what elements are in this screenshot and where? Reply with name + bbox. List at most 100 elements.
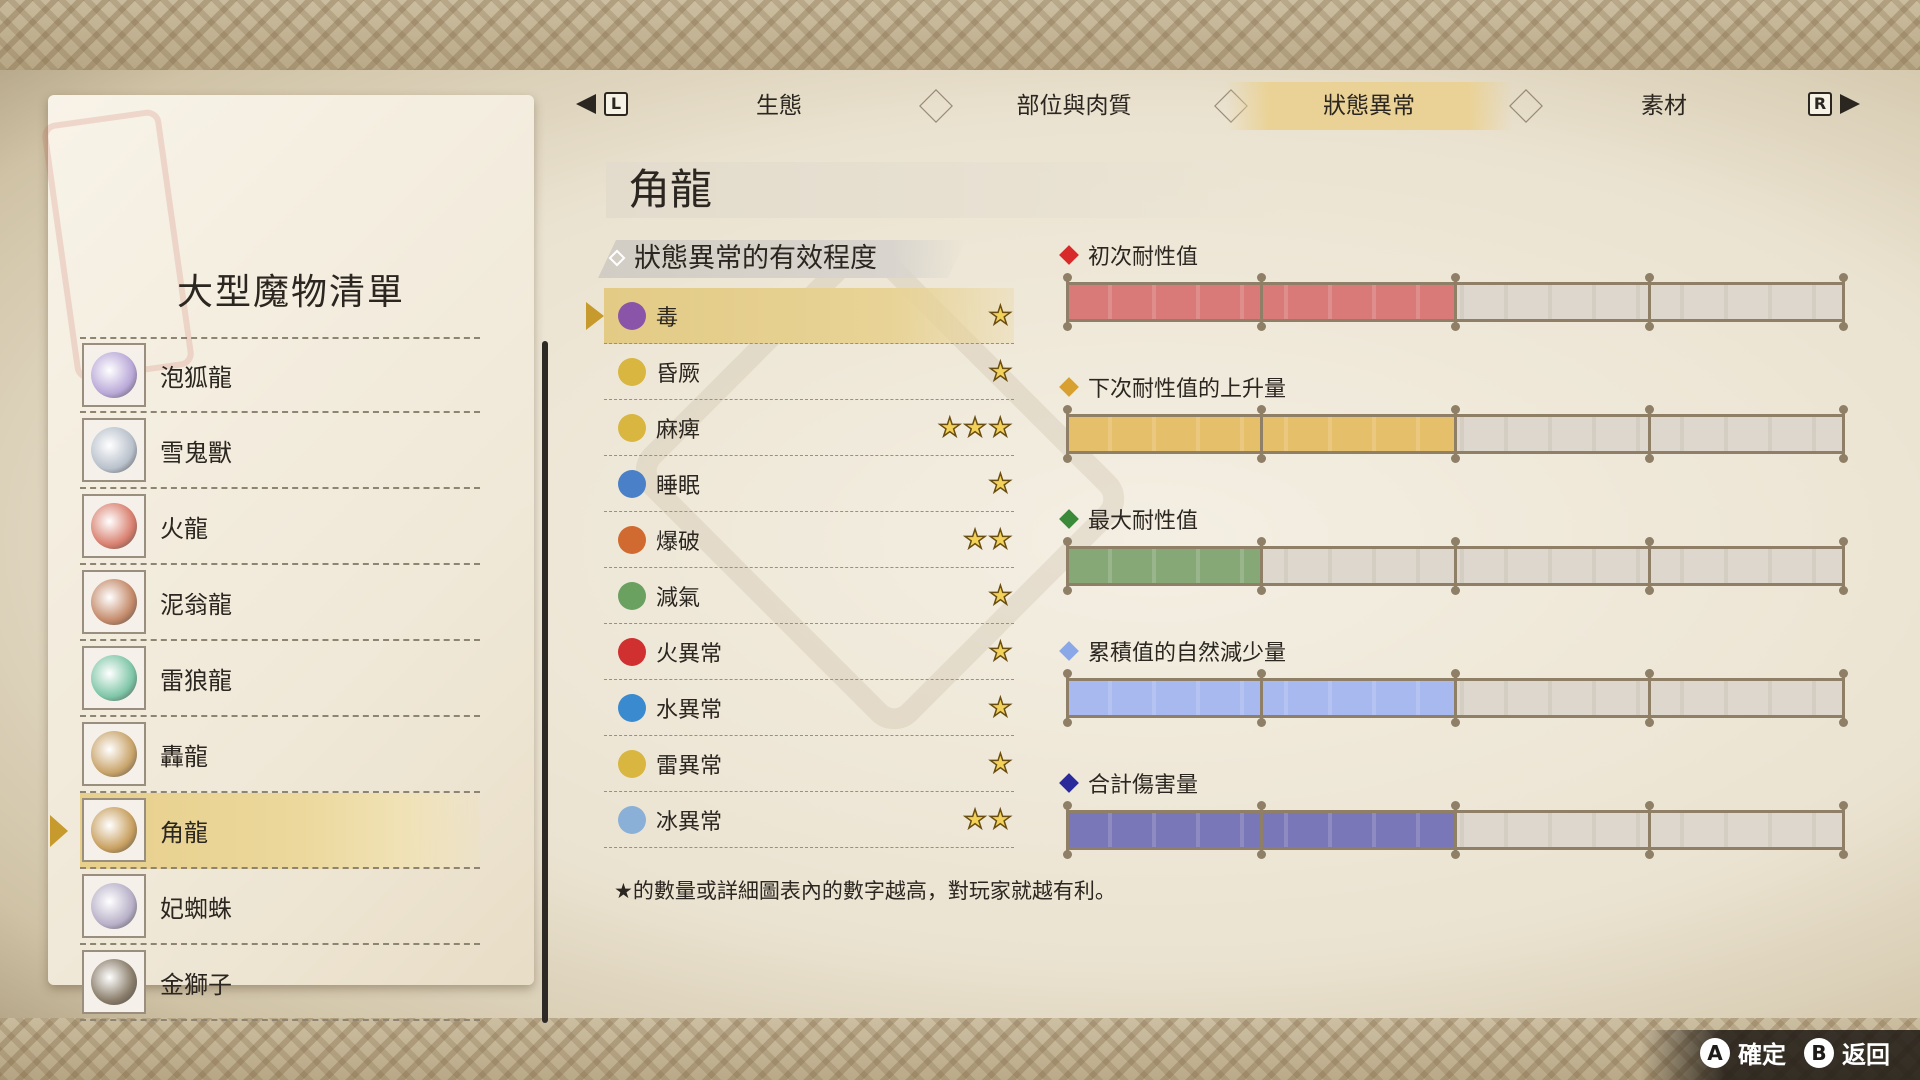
poison-icon <box>618 301 646 330</box>
status-row[interactable]: 減氣 ★ <box>604 568 1014 624</box>
selection-cursor-icon <box>50 815 68 847</box>
bar-label: 下次耐性值的上升量 <box>1056 372 1846 402</box>
bar-segment-divider <box>1839 273 1848 331</box>
monster-name: 轟龍 <box>160 742 208 771</box>
status-row[interactable]: 冰異常 ★★ <box>604 792 1014 848</box>
effectiveness-stars: ★ <box>988 636 1014 668</box>
bar-track <box>1063 669 1848 727</box>
waterblight-icon <box>618 693 646 722</box>
b-button-icon: B <box>1804 1037 1834 1068</box>
diamond-marker-icon <box>1059 245 1079 265</box>
status-row[interactable]: 毒 ★ <box>586 288 1014 344</box>
diamond-marker-icon <box>1059 773 1079 793</box>
bar-segment-divider <box>1645 801 1654 859</box>
bar-track <box>1063 273 1848 331</box>
bar-label-text: 最大耐性值 <box>1088 509 1199 534</box>
scrollbar-thumb[interactable] <box>542 498 548 939</box>
status-name: 冰異常 <box>656 809 723 835</box>
monster-row[interactable]: 雷狼龍 <box>80 641 480 717</box>
effectiveness-stars: ★ <box>988 692 1014 724</box>
monster-name: 角龍 <box>160 818 208 847</box>
monster-name-title: 角龍 <box>606 162 1286 218</box>
status-effect-list: 毒 ★ 昏厥 ★ 麻痺 ★★★ 睡眠 ★ 爆破 ★★ 減氣 ★ 火異常 ★ 水異常 ★ 雷異常 ★ 冰異常 ★★ <box>586 288 1014 848</box>
bar-label-text: 下次耐性值的上升量 <box>1088 377 1287 402</box>
monster-row[interactable]: 金獅子 <box>80 945 480 1021</box>
diablos-icon <box>82 798 146 862</box>
zinogre-icon <box>82 646 146 710</box>
status-row[interactable]: 火異常 ★ <box>604 624 1014 680</box>
section-header-label: 狀態異常的有效程度 <box>634 243 877 274</box>
bar-label: 合計傷害量 <box>1056 768 1846 798</box>
resistance-bar-block: 累積值的自然減少量 <box>1056 636 1848 727</box>
diamond-marker-icon <box>1059 509 1079 529</box>
bar-segment-divider <box>1063 537 1072 595</box>
monster-row[interactable]: 轟龍 <box>80 717 480 793</box>
bar-segment-divider <box>1839 405 1848 463</box>
tab-ecology[interactable]: 生態 <box>636 82 922 130</box>
status-row[interactable]: 爆破 ★★ <box>604 512 1014 568</box>
tigrex-icon <box>82 722 146 786</box>
bar-label: 初次耐性值 <box>1056 240 1846 270</box>
bar-segment-divider <box>1645 537 1654 595</box>
tab-next-arrow-icon[interactable] <box>1840 94 1860 114</box>
bar-segment-divider <box>1257 669 1266 727</box>
effectiveness-stars: ★★ <box>963 524 1014 556</box>
bar-track <box>1063 537 1848 595</box>
diamond-marker-icon <box>1059 641 1079 661</box>
paralysis-icon <box>618 413 646 442</box>
resistance-bar-block: 下次耐性值的上升量 <box>1056 372 1848 463</box>
status-name: 火異常 <box>656 641 723 667</box>
monster-name: 金獅子 <box>160 970 232 999</box>
monster-name: 泡狐龍 <box>160 363 232 392</box>
status-name: 雷異常 <box>656 753 723 779</box>
resistance-bar-block: 合計傷害量 <box>1056 768 1848 859</box>
rakna-kadaki-icon <box>82 874 146 938</box>
monster-row[interactable]: 雪鬼獸 <box>80 413 480 489</box>
button-hints: A 確定 B 返回 <box>1700 1035 1890 1070</box>
status-row[interactable]: 麻痺 ★★★ <box>604 400 1014 456</box>
effectiveness-stars: ★ <box>988 356 1014 388</box>
back-hint[interactable]: 返回 <box>1842 1035 1890 1070</box>
bar-segment-divider <box>1839 537 1848 595</box>
monster-name: 雷狼龍 <box>160 666 232 695</box>
bar-segment-divider <box>1063 801 1072 859</box>
monster-row[interactable]: 角龍 <box>50 793 480 869</box>
tab-materials[interactable]: 素材 <box>1521 82 1807 130</box>
bar-label-text: 初次耐性值 <box>1088 245 1199 270</box>
monster-name: 妃蜘蛛 <box>160 894 232 923</box>
tab-prev-button[interactable]: L <box>604 92 628 116</box>
bar-segment-divider <box>1063 273 1072 331</box>
status-row[interactable]: 昏厥 ★ <box>604 344 1014 400</box>
sleep-icon <box>618 469 646 498</box>
monster-row[interactable]: 妃蜘蛛 <box>80 869 480 945</box>
effectiveness-stars: ★ <box>988 468 1014 500</box>
tab-bar: L 生態 部位與肉質 狀態異常 素材 R <box>576 82 1860 130</box>
monster-list: 泡狐龍雪鬼獸 火龍泥翁龍雷狼龍轟龍角龍妃蜘蛛金獅子 <box>50 337 480 1021</box>
bar-label-text: 累積值的自然減少量 <box>1088 641 1287 666</box>
status-name: 水異常 <box>656 697 723 723</box>
confirm-hint[interactable]: 確定 <box>1738 1035 1786 1070</box>
tab-prev-arrow-icon[interactable] <box>576 94 596 114</box>
effectiveness-stars: ★★ <box>963 804 1014 836</box>
status-row[interactable]: 水異常 ★ <box>604 680 1014 736</box>
bar-segment-divider <box>1451 669 1460 727</box>
monster-name: 泥翁龍 <box>160 590 232 619</box>
monster-row[interactable]: 火龍 <box>80 489 480 565</box>
status-row[interactable]: 雷異常 ★ <box>604 736 1014 792</box>
selection-cursor-icon <box>586 302 604 330</box>
tab-status-ailments[interactable]: 狀態異常 <box>1226 82 1512 130</box>
section-header: 狀態異常的有效程度 <box>598 240 966 278</box>
monster-row[interactable]: 泥翁龍 <box>80 565 480 641</box>
bar-label: 最大耐性值 <box>1056 504 1846 534</box>
bar-segment-divider <box>1257 273 1266 331</box>
scrollbar[interactable] <box>542 341 548 1023</box>
tab-parts-hitzones[interactable]: 部位與肉質 <box>931 82 1217 130</box>
bar-segment-divider <box>1451 801 1460 859</box>
monster-list-panel: 大型魔物清單 泡狐龍 雪鬼獸 火龍 泥翁龍 雷狼龍 轟龍 角龍 妃蜘蛛 金獅子 <box>40 95 548 1023</box>
monster-row[interactable]: 泡狐龍 <box>80 337 480 413</box>
bar-segment-divider <box>1839 801 1848 859</box>
tab-next-button[interactable]: R <box>1808 92 1832 116</box>
status-row[interactable]: 睡眠 ★ <box>604 456 1014 512</box>
bar-segment-divider <box>1063 669 1072 727</box>
status-name: 睡眠 <box>656 473 701 499</box>
